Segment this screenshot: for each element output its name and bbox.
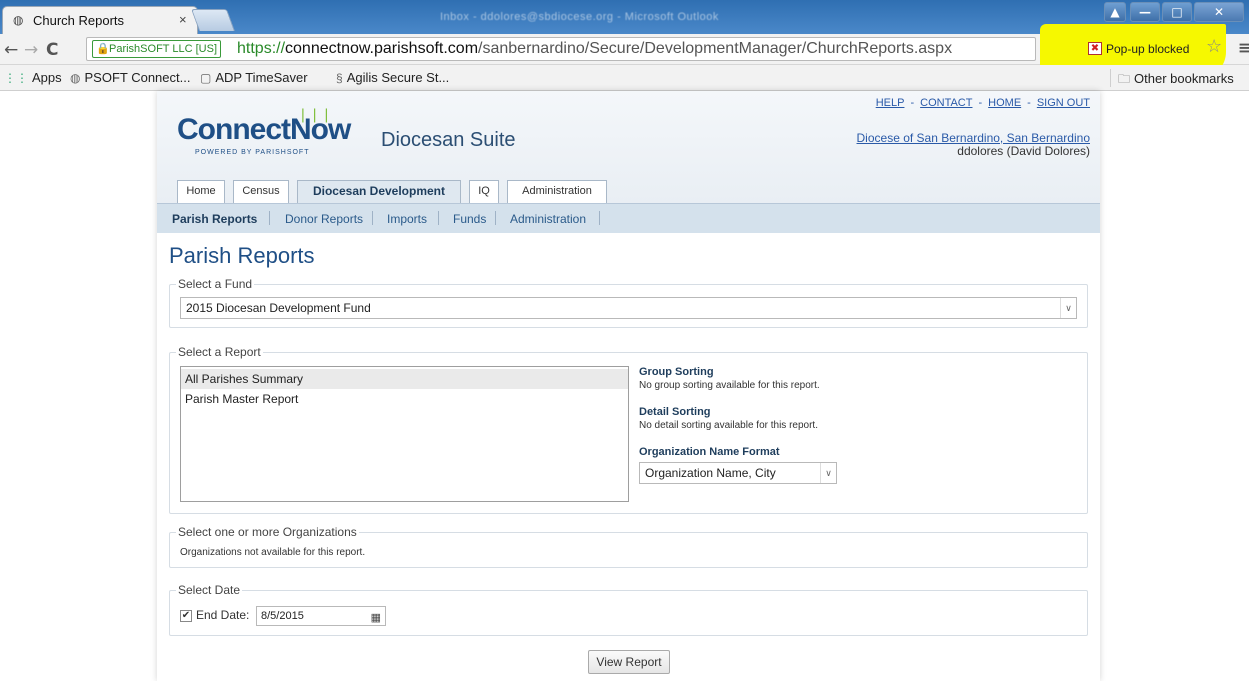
current-user: ddolores (David Dolores): [957, 144, 1090, 158]
back-arrow-icon[interactable]: ←: [4, 40, 18, 60]
bookmark-agilis[interactable]: § Agilis Secure St...: [336, 70, 449, 85]
bookmark-apps[interactable]: ⋮⋮ Apps: [4, 70, 62, 85]
diocese-link[interactable]: Diocese of San Bernardino, San Bernardin…: [857, 131, 1090, 145]
group-sorting-title: Group Sorting: [639, 366, 714, 378]
org-name-format-title: Organization Name Format: [639, 446, 780, 458]
psoft-favicon-icon: ◍: [70, 71, 81, 85]
page-icon: ▢: [200, 71, 212, 85]
parishsoft-favicon-icon: ◍: [13, 13, 24, 27]
report-item-all-parishes-summary[interactable]: All Parishes Summary: [181, 369, 628, 389]
select-report-legend: Select a Report: [176, 345, 263, 359]
tab-administration[interactable]: Administration: [507, 180, 607, 203]
select-report-group: Select a Report All Parishes Summary Par…: [169, 345, 1088, 514]
subnav-separator: [495, 211, 496, 225]
popup-blocked-label: Pop-up blocked: [1106, 42, 1190, 56]
org-name-format-select[interactable]: Organization Name, City ∨: [639, 462, 837, 484]
end-date-checkbox[interactable]: ✔: [180, 610, 192, 622]
select-date-group: Select Date ✔ End Date: 8/5/2015 ▦: [169, 583, 1088, 636]
close-tab-icon[interactable]: ×: [179, 12, 187, 27]
browser-tab-title: Church Reports: [33, 13, 125, 28]
site-header: ConnectNow ❘❘❘ POWERED BY PARISHSOFT Dio…: [157, 91, 1100, 233]
window-controls: ▲ — □ ✕: [1098, 0, 1249, 26]
url-scheme: https://: [237, 40, 286, 57]
minimize-button[interactable]: —: [1130, 2, 1160, 22]
browser-tab-church-reports[interactable]: ◍ Church Reports ×: [2, 6, 198, 34]
close-window-button[interactable]: ✕: [1194, 2, 1244, 22]
subnav-parish-reports[interactable]: Parish Reports: [172, 212, 257, 226]
popup-blocked-icon: ✖: [1088, 42, 1102, 55]
new-tab-button[interactable]: [190, 9, 236, 31]
end-date-value: 8/5/2015: [261, 610, 304, 622]
agilis-icon: §: [336, 71, 343, 85]
url-text[interactable]: https://connectnow.parishsoft.com/sanber…: [237, 40, 952, 58]
maximize-button[interactable]: □: [1162, 2, 1192, 22]
url-host: connectnow.parishsoft.com: [285, 40, 479, 57]
bookmarks-bar: ⋮⋮ Apps ◍ PSOFT Connect... ▢ ADP TimeSaver …: [0, 65, 1249, 91]
ssl-owner-label: ParishSOFT LLC [US]: [109, 43, 217, 55]
select-date-legend: Select Date: [176, 583, 243, 597]
group-sorting-text: No group sorting available for this repo…: [639, 380, 820, 391]
suite-title: Diocesan Suite: [381, 129, 516, 151]
subnav-funds[interactable]: Funds: [453, 212, 486, 226]
chevron-down-icon: ∨: [1060, 298, 1076, 318]
subnav-separator: [599, 211, 600, 225]
home-link[interactable]: HOME: [988, 97, 1021, 109]
popup-blocked-indicator[interactable]: ✖ Pop-up blocked: [1088, 39, 1189, 59]
folder-icon: 🗀: [1118, 72, 1131, 86]
url-path: /sanbernardino/Secure/DevelopmentManager…: [478, 40, 953, 57]
select-organizations-group: Select one or more Organizations Organiz…: [169, 525, 1088, 568]
chevron-down-icon: ∨: [820, 463, 836, 483]
view-report-button[interactable]: View Report: [588, 650, 670, 674]
organizations-unavailable-text: Organizations not available for this rep…: [180, 547, 366, 558]
bookmark-separator: [1110, 69, 1111, 87]
address-bar[interactable]: 🔒 ParishSOFT LLC [US] https://connectnow…: [86, 37, 1036, 61]
lock-icon: 🔒: [96, 43, 110, 55]
other-bookmarks[interactable]: 🗀 Other bookmarks: [1118, 70, 1234, 91]
end-date-input[interactable]: 8/5/2015 ▦: [256, 606, 386, 626]
sign-out-link[interactable]: SIGN OUT: [1037, 97, 1090, 109]
subnav-administration[interactable]: Administration: [510, 212, 586, 226]
end-date-label: End Date:: [196, 608, 250, 622]
help-link[interactable]: HELP: [876, 97, 905, 109]
org-name-format-value: Organization Name, City: [645, 466, 776, 480]
tab-iq[interactable]: IQ: [469, 180, 499, 203]
connectnow-logo[interactable]: ConnectNow ❘❘❘ POWERED BY PARISHSOFT: [177, 107, 351, 161]
top-links: HELP - CONTACT - HOME - SIGN OUT: [875, 97, 1090, 109]
forward-arrow-icon[interactable]: →: [24, 40, 38, 60]
sub-navigation: Parish Reports Donor Reports Imports Fun…: [157, 203, 1100, 233]
tab-home[interactable]: Home: [177, 180, 225, 203]
background-window-title: Inbox - ddolores@sbdiocese.org - Microso…: [440, 11, 719, 23]
ssl-certificate-badge[interactable]: 🔒 ParishSOFT LLC [US]: [92, 40, 221, 58]
fund-select[interactable]: 2015 Diocesan Development Fund ∨: [180, 297, 1077, 319]
bookmark-psoft-connect[interactable]: ◍ PSOFT Connect...: [70, 70, 190, 85]
user-profile-icon[interactable]: ▲: [1104, 2, 1126, 22]
calendar-icon[interactable]: ▦: [371, 609, 381, 627]
bookmark-adp-timesaver[interactable]: ▢ ADP TimeSaver: [200, 70, 308, 85]
apps-grid-icon: ⋮⋮: [4, 71, 28, 85]
subnav-separator: [269, 211, 270, 225]
detail-sorting-text: No detail sorting available for this rep…: [639, 420, 818, 431]
fund-select-value: 2015 Diocesan Development Fund: [186, 301, 371, 315]
bookmark-star-icon[interactable]: ☆: [1206, 36, 1222, 57]
tab-diocesan-development[interactable]: Diocesan Development: [297, 180, 461, 203]
reload-icon[interactable]: C: [46, 40, 58, 60]
page-title: Parish Reports: [169, 243, 315, 268]
site-container: ConnectNow ❘❘❘ POWERED BY PARISHSOFT Dio…: [157, 91, 1100, 681]
report-list[interactable]: All Parishes Summary Parish Master Repor…: [180, 366, 629, 502]
tab-census[interactable]: Census: [233, 180, 289, 203]
chrome-menu-icon[interactable]: ≡: [1238, 38, 1249, 57]
report-item-parish-master-report[interactable]: Parish Master Report: [181, 389, 628, 409]
select-fund-group: Select a Fund 2015 Diocesan Development …: [169, 277, 1088, 328]
detail-sorting-title: Detail Sorting: [639, 406, 711, 418]
subnav-separator: [438, 211, 439, 225]
contact-link[interactable]: CONTACT: [920, 97, 972, 109]
select-organizations-legend: Select one or more Organizations: [176, 525, 359, 539]
subnav-donor-reports[interactable]: Donor Reports: [285, 212, 363, 226]
logo-subtitle: POWERED BY PARISHSOFT: [195, 149, 310, 156]
select-fund-legend: Select a Fund: [176, 277, 255, 291]
subnav-imports[interactable]: Imports: [387, 212, 427, 226]
wifi-wave-icon: ❘❘❘: [297, 107, 333, 123]
subnav-separator: [372, 211, 373, 225]
